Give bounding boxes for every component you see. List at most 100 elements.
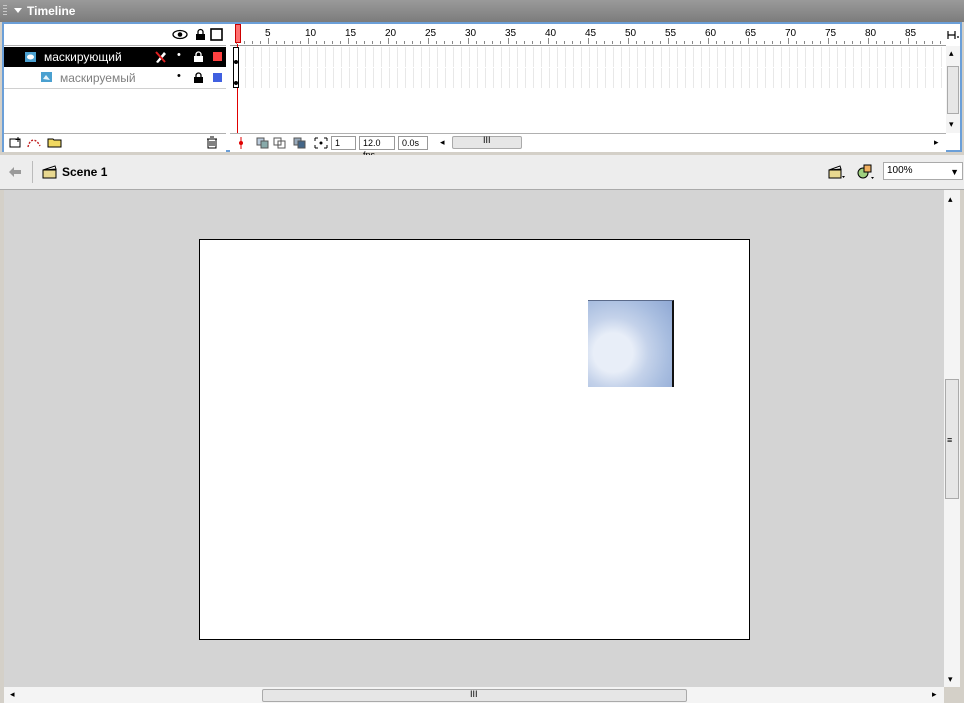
outline-icon[interactable]: [210, 28, 223, 41]
layer-row-masked[interactable]: маскируемый •: [4, 68, 226, 89]
scroll-left-arrow-icon[interactable]: ◂: [10, 689, 15, 700]
ruler-tick: [716, 41, 717, 44]
frame-view-menu-icon[interactable]: [946, 28, 960, 42]
ruler-label: 65: [745, 28, 757, 39]
insert-folder-icon[interactable]: [46, 136, 64, 149]
ruler-tick: [780, 41, 781, 44]
mask-layer-icon: [25, 52, 36, 62]
edit-bar: Scene 1 100% ▼: [0, 155, 964, 190]
scroll-up-arrow-icon[interactable]: ▴: [948, 194, 953, 205]
ruler-tick: [884, 41, 885, 44]
scroll-right-arrow-icon[interactable]: ▸: [932, 689, 937, 700]
ruler-label: 45: [585, 28, 597, 39]
trash-icon[interactable]: [206, 136, 218, 149]
scene-name[interactable]: Scene 1: [62, 165, 107, 179]
zoom-value: 100%: [887, 165, 913, 176]
visibility-dot[interactable]: •: [177, 49, 181, 61]
scroll-down-arrow-icon[interactable]: ▾: [948, 674, 953, 685]
ruler-label: 50: [625, 28, 637, 39]
ruler-label: 75: [825, 28, 837, 39]
layer-name[interactable]: маскирующий: [44, 50, 122, 64]
eye-icon[interactable]: [172, 28, 188, 41]
layers-header: [4, 24, 226, 46]
outline-color-swatch[interactable]: [213, 73, 222, 82]
ruler-tick: [876, 41, 877, 44]
ruler-tick: [820, 41, 821, 44]
ruler-tick: [564, 41, 565, 44]
ruler-tick: [652, 41, 653, 44]
keyframe-dot: [234, 60, 238, 64]
ruler-tick: [692, 41, 693, 44]
ruler-tick: [860, 41, 861, 44]
ruler-label: 40: [545, 28, 557, 39]
frame-ruler[interactable]: 5 10 15 20 25 30 35 40 45 50 55 60 65 70 75 80 85: [230, 24, 946, 46]
ruler-tick: [316, 41, 317, 44]
ruler-label: 30: [465, 28, 477, 39]
playhead[interactable]: [235, 24, 241, 43]
ruler-label: 5: [265, 28, 271, 39]
ruler-tick: [372, 41, 373, 44]
onion-skin-icon[interactable]: [256, 137, 270, 149]
ruler-tick: [660, 41, 661, 44]
masked-image[interactable]: [588, 300, 674, 387]
timeline-vscroll-thumb[interactable]: [947, 66, 959, 114]
frame-rate[interactable]: 12.0 fps: [359, 136, 395, 160]
chevron-down-icon[interactable]: ▼: [950, 164, 959, 180]
ruler-tick: [772, 41, 773, 44]
grip-icon[interactable]: [3, 5, 7, 17]
ruler-tick: [412, 41, 413, 44]
edit-multiple-frames-icon[interactable]: [293, 137, 307, 149]
ruler-tick: [244, 41, 245, 44]
visibility-dot[interactable]: •: [177, 70, 181, 82]
layer-name[interactable]: маскируемый: [60, 71, 136, 85]
elapsed-time: 0.0s: [398, 136, 428, 150]
ruler-tick: [524, 41, 525, 44]
insert-layer-icon[interactable]: [8, 136, 24, 149]
frame-row[interactable]: [230, 47, 946, 67]
ruler-tick: [596, 41, 597, 44]
center-frame-icon[interactable]: [236, 137, 246, 149]
ruler-tick: [636, 41, 637, 44]
ruler-tick: [732, 41, 733, 44]
ruler-tick: [404, 41, 405, 44]
back-arrow-icon[interactable]: [8, 166, 22, 178]
frame-row[interactable]: [230, 68, 946, 88]
ruler-tick: [932, 41, 933, 44]
modify-onion-markers-icon[interactable]: [314, 137, 328, 149]
ruler-label: 60: [705, 28, 717, 39]
ruler-tick: [260, 41, 261, 44]
collapse-arrow-icon[interactable]: [14, 8, 22, 13]
ruler-tick: [492, 41, 493, 44]
scroll-right-arrow-icon[interactable]: ▸: [934, 137, 939, 148]
layer-row-mask[interactable]: маскирующий •: [4, 47, 226, 67]
motion-guide-icon[interactable]: [26, 136, 42, 149]
ruler-tick: [284, 41, 285, 44]
masked-layer-icon: [41, 72, 52, 82]
zoom-select[interactable]: 100% ▼: [883, 162, 963, 180]
edit-symbols-icon[interactable]: [856, 163, 876, 181]
scroll-up-arrow-icon[interactable]: ▴: [949, 48, 954, 59]
lock-icon[interactable]: [193, 72, 204, 84]
scroll-down-arrow-icon[interactable]: ▾: [949, 119, 954, 130]
current-frame: 1: [331, 136, 356, 150]
ruler-tick: [556, 41, 557, 44]
ruler-tick: [444, 41, 445, 44]
divider: [32, 161, 33, 183]
ruler-tick: [580, 41, 581, 44]
edit-scene-icon[interactable]: [828, 164, 846, 180]
ruler-tick: [324, 41, 325, 44]
lock-icon[interactable]: [194, 28, 207, 41]
ruler-tick: [724, 41, 725, 44]
lock-icon[interactable]: [193, 51, 204, 63]
ruler-label: 80: [865, 28, 877, 39]
ruler-tick: [532, 41, 533, 44]
onion-skin-outlines-icon[interactable]: [273, 137, 287, 149]
ruler-tick: [460, 41, 461, 44]
timeline-title: Timeline: [27, 4, 76, 18]
ruler-tick: [756, 41, 757, 44]
outline-color-swatch[interactable]: [213, 52, 222, 61]
ruler-tick: [516, 41, 517, 44]
ruler-tick: [804, 41, 805, 44]
scroll-left-arrow-icon[interactable]: ◂: [440, 137, 445, 148]
timeline-title-bar[interactable]: Timeline: [0, 0, 964, 22]
